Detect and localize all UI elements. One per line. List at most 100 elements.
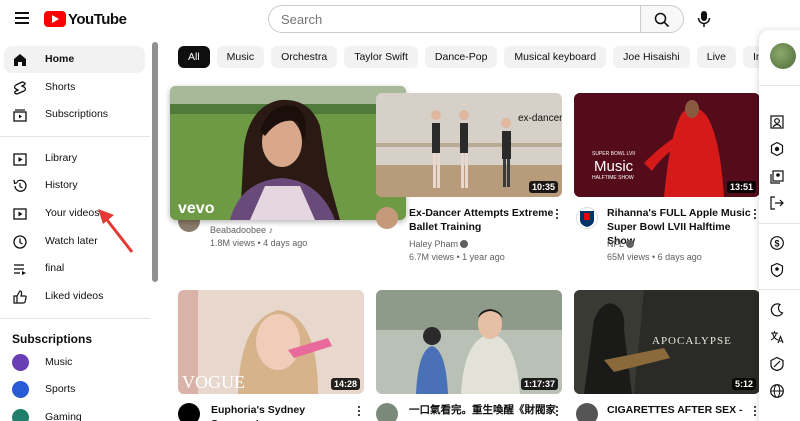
- sidebar-item-final[interactable]: final: [4, 255, 145, 282]
- library-icon: [13, 153, 27, 166]
- video-duration: 1:17:37: [520, 378, 558, 390]
- chip-musical-keyboard[interactable]: Musical keyboard: [504, 46, 607, 68]
- menu-item-sign-out[interactable]: [769, 194, 800, 212]
- menu-item-restricted-mode[interactable]: [769, 355, 800, 373]
- account-avatar[interactable]: [770, 43, 796, 69]
- menu-item-studio[interactable]: [769, 140, 800, 158]
- chip-all[interactable]: All: [178, 46, 210, 68]
- moon-icon: [770, 303, 784, 317]
- more-options-icon[interactable]: [553, 404, 561, 418]
- video-age: 1 year ago: [462, 252, 505, 262]
- top-header: YouTube: [0, 0, 800, 38]
- watch-later-icon: [13, 235, 27, 249]
- channel-avatar[interactable]: [576, 403, 598, 421]
- chip-taylor-swift[interactable]: Taylor Swift: [344, 46, 418, 68]
- search-button[interactable]: [640, 5, 684, 33]
- sidebar-item-subscriptions[interactable]: Subscriptions: [4, 101, 145, 128]
- more-options-icon[interactable]: [553, 207, 561, 221]
- video-thumbnail[interactable]: APOCALYPSE 5:12: [574, 290, 760, 394]
- sidebar-item-liked-videos[interactable]: Liked videos: [4, 283, 145, 310]
- globe-icon: [770, 384, 784, 398]
- video-title[interactable]: Euphoria's Sydney Sweeney's: [211, 403, 361, 421]
- video-channel[interactable]: Haley Pham: [409, 239, 458, 249]
- video-stats-row: 1.8M views • 4 days ago: [210, 238, 308, 248]
- chip-orchestra[interactable]: Orchestra: [271, 46, 338, 68]
- sidebar-item-library[interactable]: Library: [4, 145, 145, 172]
- sidebar-item-history[interactable]: History: [4, 172, 145, 199]
- menu-divider: [759, 289, 800, 290]
- sidebar-divider: [0, 318, 150, 319]
- chip-joe-hisaishi[interactable]: Joe Hisaishi: [613, 46, 690, 68]
- microphone-icon[interactable]: [693, 8, 715, 30]
- video-card-beabadoobee[interactable]: Beabadoobee ♪ 1.8M views • 4 days ago ve…: [170, 86, 406, 256]
- switch-account-icon: [770, 170, 784, 184]
- sidebar-item-label: History: [45, 179, 78, 191]
- video-channel[interactable]: Beabadoobee: [210, 225, 266, 235]
- youtube-logo[interactable]: YouTube: [44, 10, 127, 28]
- chip-live[interactable]: Live: [696, 46, 736, 68]
- video-card-cigarettes-after-sex[interactable]: APOCALYPSE 5:12 CIGARETTES AFTER SEX -: [574, 290, 760, 421]
- channel-avatar[interactable]: [376, 207, 398, 229]
- search-input[interactable]: [268, 5, 640, 33]
- video-views: 6.7M views: [409, 252, 455, 262]
- menu-item-switch-account[interactable]: [769, 168, 800, 186]
- menu-item-location[interactable]: [769, 382, 800, 400]
- video-title[interactable]: 一口氣看完。重生喚醒《財閥家: [409, 403, 559, 417]
- subscription-item-gaming[interactable]: Gaming: [4, 404, 145, 421]
- video-card-ex-dancer[interactable]: ex-dancer 10:35 Ex-Dancer Attempts Extre…: [376, 93, 562, 263]
- video-thumbnail[interactable]: SUPER BOWL LVII Music HALFTIME SHOW 13:5…: [574, 93, 760, 197]
- subscriptions-section-title: Subscriptions: [12, 332, 93, 346]
- more-options-icon[interactable]: [751, 404, 759, 418]
- sidebar-item-home[interactable]: Home: [4, 46, 145, 73]
- menu-item-language[interactable]: [769, 328, 800, 346]
- filter-chips-bar: All Music Orchestra Taylor Swift Dance-Pop Mu…: [178, 46, 760, 68]
- video-thumbnail[interactable]: VOGUE 14:28: [178, 290, 364, 394]
- video-thumbnail[interactable]: vevo: [170, 86, 406, 220]
- shield-person-icon: [770, 262, 784, 278]
- video-card-drama[interactable]: 1:17:37 一口氣看完。重生喚醒《財閥家: [376, 290, 562, 421]
- menu-divider: [759, 223, 800, 224]
- video-channel-row: Haley Pham: [409, 238, 469, 251]
- sidebar-scrollbar[interactable]: [152, 42, 158, 282]
- sidebar-item-label: Liked videos: [45, 290, 104, 302]
- sidebar-item-label: final: [45, 262, 65, 274]
- video-card-euphoria[interactable]: VOGUE 14:28 Euphoria's Sydney Sweeney's: [178, 290, 364, 421]
- more-options-icon[interactable]: [355, 404, 363, 418]
- shorts-icon: [13, 81, 27, 95]
- menu-item-purchases[interactable]: $: [769, 234, 800, 252]
- chip-music[interactable]: Music: [216, 46, 265, 68]
- chip-indie-music[interactable]: Indie Mus: [743, 46, 760, 68]
- video-card-rihanna[interactable]: SUPER BOWL LVII Music HALFTIME SHOW 13:5…: [574, 93, 760, 263]
- video-channel-row: Beabadoobee ♪: [210, 224, 273, 237]
- menu-item-your-channel[interactable]: [769, 113, 800, 131]
- red-pointer-arrow-icon: [98, 209, 134, 253]
- video-channel[interactable]: NFL: [607, 239, 624, 249]
- hamburger-menu-icon[interactable]: [12, 9, 32, 29]
- video-title[interactable]: CIGARETTES AFTER SEX -: [607, 403, 757, 417]
- account-menu-panel: $: [759, 30, 800, 421]
- video-title[interactable]: Ex-Dancer Attempts Extreme Ballet Traini…: [409, 206, 559, 234]
- video-thumbnail[interactable]: 1:17:37: [376, 290, 562, 394]
- video-age: 4 days ago: [263, 238, 308, 248]
- sidebar-item-label: Shorts: [45, 81, 76, 93]
- menu-item-your-data[interactable]: [769, 261, 800, 279]
- more-options-icon[interactable]: [751, 207, 759, 221]
- video-stats-row: 6.7M views • 1 year ago: [409, 252, 505, 262]
- nfl-channel-avatar[interactable]: [576, 207, 598, 229]
- video-duration: 13:51: [726, 181, 756, 193]
- subscription-item-music[interactable]: Music: [4, 349, 145, 376]
- chip-dance-pop[interactable]: Dance-Pop: [424, 46, 498, 68]
- menu-item-appearance[interactable]: [769, 301, 800, 319]
- youtube-home-page: YouTube Home Shorts Subscriptions Librar…: [0, 0, 800, 421]
- channel-avatar[interactable]: [376, 403, 398, 421]
- account-box-icon: [770, 115, 784, 129]
- music-channel-avatar: [12, 354, 29, 371]
- vogue-channel-avatar[interactable]: [178, 403, 200, 421]
- subscription-item-sports[interactable]: Sports: [4, 376, 145, 403]
- video-thumbnail[interactable]: ex-dancer 10:35: [376, 93, 562, 197]
- sidebar-item-shorts[interactable]: Shorts: [4, 74, 145, 101]
- your-videos-icon: [13, 208, 27, 220]
- sign-out-icon: [770, 196, 784, 210]
- thumbnail-overlay-text: ex-dancer: [518, 113, 562, 124]
- thumbnail-image: vevo: [170, 86, 406, 220]
